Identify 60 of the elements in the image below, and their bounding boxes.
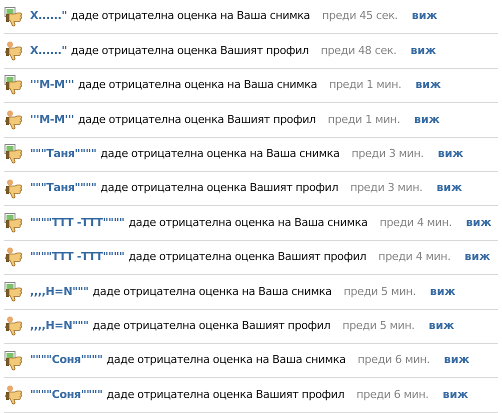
user-link[interactable]: '''М-М''' (30, 112, 74, 128)
timestamp: преди 4 мин. (380, 214, 452, 231)
timestamp: преди 4 мин. (378, 249, 451, 266)
user-link[interactable]: """"Соня"""" (30, 386, 103, 404)
person-thumbs-down-icon (4, 41, 24, 62)
user-link[interactable]: ,,,,Н=N""" (30, 318, 89, 334)
photo-thumbs-down-icon (4, 75, 24, 96)
timestamp: преди 5 мин. (342, 318, 415, 334)
timestamp: преди 45 сек. (322, 8, 398, 24)
notification-text: даде отрицателна оценка Вашият профил (92, 318, 330, 334)
photo-thumbs-down-icon (4, 350, 24, 371)
user-link[interactable]: """Таня"""" (30, 180, 96, 197)
notification-text: даде отрицателна оценка на Ваша снимка (70, 8, 310, 24)
view-link[interactable]: виж (412, 8, 438, 25)
photo-thumbs-down-icon (4, 6, 24, 27)
notification-text: даде отрицателна оценка на Ваша снимка (100, 146, 340, 162)
view-link[interactable]: виж (442, 386, 468, 404)
person-thumbs-down-icon (4, 247, 24, 268)
user-link[interactable]: Х......" (30, 8, 67, 25)
user-link[interactable]: Х......" (30, 42, 67, 60)
notification-text: даде отрицателна оценка Вашият профил (128, 249, 366, 266)
user-link[interactable]: """Таня"""" (30, 146, 96, 162)
user-link[interactable]: """"ТТТ -ТТТ"""" (30, 214, 124, 232)
view-link[interactable]: виж (444, 352, 470, 369)
timestamp: преди 3 мин. (352, 146, 424, 162)
view-link[interactable]: виж (414, 112, 440, 128)
timestamp: преди 48 сек. (320, 42, 396, 59)
view-link[interactable]: виж (415, 77, 441, 94)
view-link[interactable]: виж (438, 146, 464, 162)
person-thumbs-down-icon (4, 316, 24, 336)
view-link[interactable]: виж (410, 42, 436, 60)
view-link[interactable]: виж (464, 249, 490, 266)
notification-text: даде отрицателна оценка Вашият профил (100, 180, 338, 196)
user-link[interactable]: '''М-М''' (30, 77, 74, 94)
photo-thumbs-down-icon (4, 213, 24, 234)
notification-text: даде отрицателна оценка на Ваша снимка (106, 352, 346, 368)
user-link[interactable]: ,,,,Н=N""" (30, 284, 89, 300)
view-link[interactable]: виж (466, 214, 492, 232)
person-thumbs-down-icon (4, 110, 24, 130)
notification-text: даде отрицателна оценка Вашият профил (78, 112, 316, 128)
timestamp: преди 1 мин. (329, 77, 402, 94)
user-link[interactable]: """"ТТТ -ТТТ"""" (30, 249, 124, 266)
notification-text: даде отрицателна оценка на Ваша снимка (92, 284, 332, 300)
timestamp: преди 6 мин. (358, 352, 430, 368)
photo-thumbs-down-icon (4, 282, 24, 302)
view-link[interactable]: виж (428, 318, 454, 334)
timestamp: преди 5 мин. (344, 284, 416, 300)
timestamp: преди 3 мин. (350, 180, 422, 196)
notification-text: даде отрицателна оценка на Ваша снимка (78, 77, 318, 94)
timestamp: преди 6 мин. (356, 386, 429, 403)
timestamp: преди 1 мин. (328, 112, 400, 128)
view-link[interactable]: виж (436, 180, 462, 197)
user-link[interactable]: """"Соня"""" (30, 352, 103, 369)
notification-text: даде отрицателна оценка Вашият профил (106, 386, 344, 403)
photo-thumbs-down-icon (4, 144, 24, 164)
person-thumbs-down-icon (4, 384, 24, 405)
notification-text: даде отрицателна оценка Вашият профил (70, 42, 309, 59)
notification-text: даде отрицателна оценка на Ваша снимка (128, 214, 368, 231)
view-link[interactable]: виж (430, 284, 456, 300)
person-thumbs-down-icon (4, 178, 24, 199)
